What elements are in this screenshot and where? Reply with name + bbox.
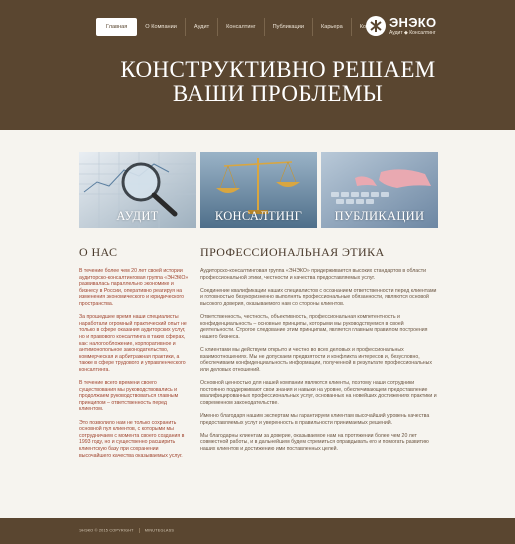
footer: ЭНЭКО © 2015 COPYRIGHT MINUTEGLASS xyxy=(0,518,515,544)
tile-publications-label: ПУБЛИКАЦИИ xyxy=(334,209,425,223)
ethics-paragraph: Соединение квалификации наших специалист… xyxy=(200,287,437,307)
ethics-paragraph: Мы благодарны клиентам за доверие, оказы… xyxy=(200,432,429,453)
logo-mark-icon xyxy=(366,16,386,36)
footer-text: ЭНЭКО © 2015 COPYRIGHT MINUTEGLASS xyxy=(79,528,174,533)
tile-audit[interactable]: АУДИТ xyxy=(79,152,196,228)
nav-item-audit[interactable]: Аудит xyxy=(184,18,217,36)
main-nav: Главная О Компании Аудит Консалтинг Публ… xyxy=(96,18,392,36)
nav-item-home[interactable]: Главная xyxy=(96,18,138,36)
nav-item-publications[interactable]: Публикации xyxy=(263,18,312,36)
nav-item-about[interactable]: О Компании xyxy=(137,18,185,36)
tile-consulting-label: КОНСАЛТИНГ xyxy=(214,209,303,223)
ethics-title: ПРОФЕССИОНАЛЬНАЯ ЭТИКА xyxy=(200,245,385,259)
about-paragraph: За прошедшее время наши специалисты нара… xyxy=(79,314,187,373)
company-logo[interactable]: ЭНЭКО Аудит ◆ Консалтинг xyxy=(366,16,441,40)
about-section: В течение более чем 20 лет своей истории… xyxy=(79,268,191,466)
footer-credit-link[interactable]: MINUTEGLASS xyxy=(145,529,174,533)
footer-copyright: ЭНЭКО © 2015 COPYRIGHT xyxy=(79,528,134,533)
ethics-paragraph: Именно благодаря нашим экспертам мы гара… xyxy=(200,413,430,426)
about-paragraph: Это позволило нам не только сохранить ос… xyxy=(79,419,185,459)
tile-publications[interactable]: ПУБЛИКАЦИИ xyxy=(321,152,438,228)
tile-audit-label: АУДИТ xyxy=(116,209,159,223)
ethics-paragraph: Основной ценностью для нашей компании яв… xyxy=(200,380,437,406)
nav-item-consulting[interactable]: Консалтинг xyxy=(217,18,263,36)
footer-divider xyxy=(138,528,140,533)
header: Главная О Компании Аудит Консалтинг Публ… xyxy=(0,0,515,130)
ethics-section: Аудиторско-консалтинговая группа «ЭНЭКО»… xyxy=(200,268,438,459)
nav-item-career[interactable]: Карьера xyxy=(311,18,351,36)
tile-consulting[interactable]: КОНСАЛТИНГ xyxy=(200,152,317,228)
logo-name: ЭНЭКО xyxy=(389,15,437,30)
hero-line-1: КОНСТРУКТИВНО РЕШАЕМ xyxy=(120,57,436,82)
hero-title: КОНСТРУКТИВНО РЕШАЕМ ВАШИ ПРОБЛЕМЫ xyxy=(100,58,456,106)
about-paragraph: В течение всего времени своего существов… xyxy=(79,380,179,413)
ethics-paragraph: Аудиторско-консалтинговая группа «ЭНЭКО»… xyxy=(200,268,427,281)
logo-tagline: Аудит ◆ Консалтинг xyxy=(389,30,436,36)
service-tiles: АУДИТ КОНСАЛТИНГ ПУБЛИКАЦИИ xyxy=(79,152,438,228)
about-paragraph: В течение более чем 20 лет своей истории… xyxy=(79,268,189,307)
ethics-paragraph: Ответственность, честность, объективност… xyxy=(200,314,428,340)
ethics-paragraph: С клиентами мы действуем открыто и честн… xyxy=(200,347,432,373)
about-title: О НАС xyxy=(79,245,118,259)
hero-line-2: ВАШИ ПРОБЛЕМЫ xyxy=(172,81,384,106)
